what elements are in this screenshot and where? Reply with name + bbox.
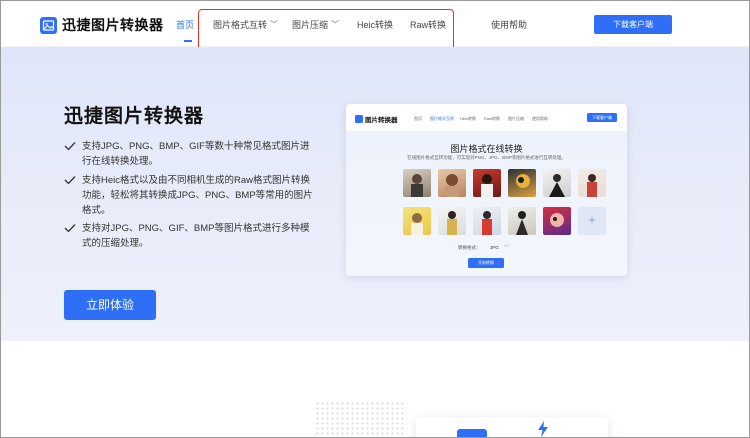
hero-title: 迅捷图片转换器: [64, 106, 205, 127]
feature-text: 支持Heic格式以及由不同相机生成的Raw格式图片转换功能，轻松将其转换成JPG…: [82, 175, 313, 216]
feature-item: 支持对JPG、PNG、GIF、BMP等图片格式进行多种模式的压缩处理。: [64, 221, 314, 251]
preview-body: 图片格式在线转换 在线图片格式互转功能，可实现对PNG、JPG、BMP等图片格式…: [346, 132, 627, 276]
feature-text: 支持JPG、PNG、BMP、GIF等数十种常见格式图片进行在线转换处理。: [82, 141, 310, 167]
sample-photo-thumbnail: [403, 169, 431, 197]
chevron-down-icon: ﹀: [504, 245, 510, 251]
image-logo-icon: [355, 115, 363, 123]
sample-photo-thumbnail: [543, 169, 571, 197]
decorative-dot-grid: [315, 401, 407, 437]
logo[interactable]: 迅捷图片转换器: [40, 15, 164, 35]
preview-nav-item: Heic转换: [460, 116, 477, 121]
add-image-button: +: [578, 207, 606, 235]
check-icon: [64, 224, 76, 233]
product-preview-card: 图片转换器 首页 图片格式互转 Heic转换 Raw转换 图片压缩 使用帮助 下…: [346, 104, 627, 276]
nav-active-indicator: [184, 40, 192, 42]
preview-nav-item: 图片压缩: [508, 116, 524, 121]
sample-photo-thumbnail: [473, 207, 501, 235]
sample-photo-thumbnail: [438, 169, 466, 197]
preview-nav-item: 图片格式互转: [430, 116, 454, 121]
nav-home[interactable]: 首页: [176, 18, 194, 31]
preview-start-button: 开始转换: [468, 258, 504, 268]
preview-header: 图片转换器 首页 图片格式互转 Heic转换 Raw转换 图片压缩 使用帮助 下…: [346, 104, 627, 132]
feature-item: 支持Heic格式以及由不同相机生成的Raw格式图片转换功能，轻松将其转换成JPG…: [64, 173, 314, 218]
logo-text: 迅捷图片转换器: [62, 17, 164, 33]
preview-title: 图片格式在线转换: [450, 144, 523, 154]
preview-download-button: 下载客户端: [587, 113, 617, 122]
preview-nav-item: 首页: [414, 116, 422, 121]
sample-photo-thumbnail: [508, 207, 536, 235]
preview-logo-text: 图片转换器: [365, 117, 398, 124]
sample-photo-thumbnail: [473, 169, 501, 197]
feature-card-partial: [416, 417, 608, 437]
app-icon: [457, 429, 487, 437]
page-frame: 迅捷图片转换器 首页 图片格式互转 ﹀ 图片压缩 ﹀ Heic转换 Raw转换 使用…: [0, 0, 750, 438]
download-client-button[interactable]: 下载客户端: [594, 15, 672, 34]
preview-format-label: 转换格式：: [458, 245, 481, 250]
check-icon: [64, 176, 76, 185]
sample-photo-thumbnail: [403, 207, 431, 235]
feature-item: 支持JPG、PNG、BMP、GIF等数十种常见格式图片进行在线转换处理。: [64, 139, 314, 169]
preview-nav-item: Raw转换: [484, 116, 501, 121]
preview-nav-item: 使用帮助: [532, 116, 548, 121]
image-logo-icon: [40, 16, 57, 34]
check-icon: [64, 142, 76, 151]
sample-photo-thumbnail: [508, 169, 536, 197]
preview-format-value: JPG: [490, 245, 499, 250]
lightning-icon: [538, 421, 548, 437]
preview-logo: 图片转换器: [355, 114, 398, 124]
sample-photo-thumbnail: [578, 169, 606, 197]
preview-subtitle: 在线图片格式互转功能，可实现对PNG、JPG、BMP等图片格式进行互转处理。: [407, 155, 566, 160]
feature-text: 支持对JPG、PNG、GIF、BMP等图片格式进行多种模式的压缩处理。: [82, 223, 310, 249]
try-now-button[interactable]: 立即体验: [64, 290, 156, 320]
nav-help[interactable]: 使用帮助: [491, 18, 527, 31]
sample-photo-thumbnail: [438, 207, 466, 235]
sample-photo-thumbnail: [543, 207, 571, 235]
